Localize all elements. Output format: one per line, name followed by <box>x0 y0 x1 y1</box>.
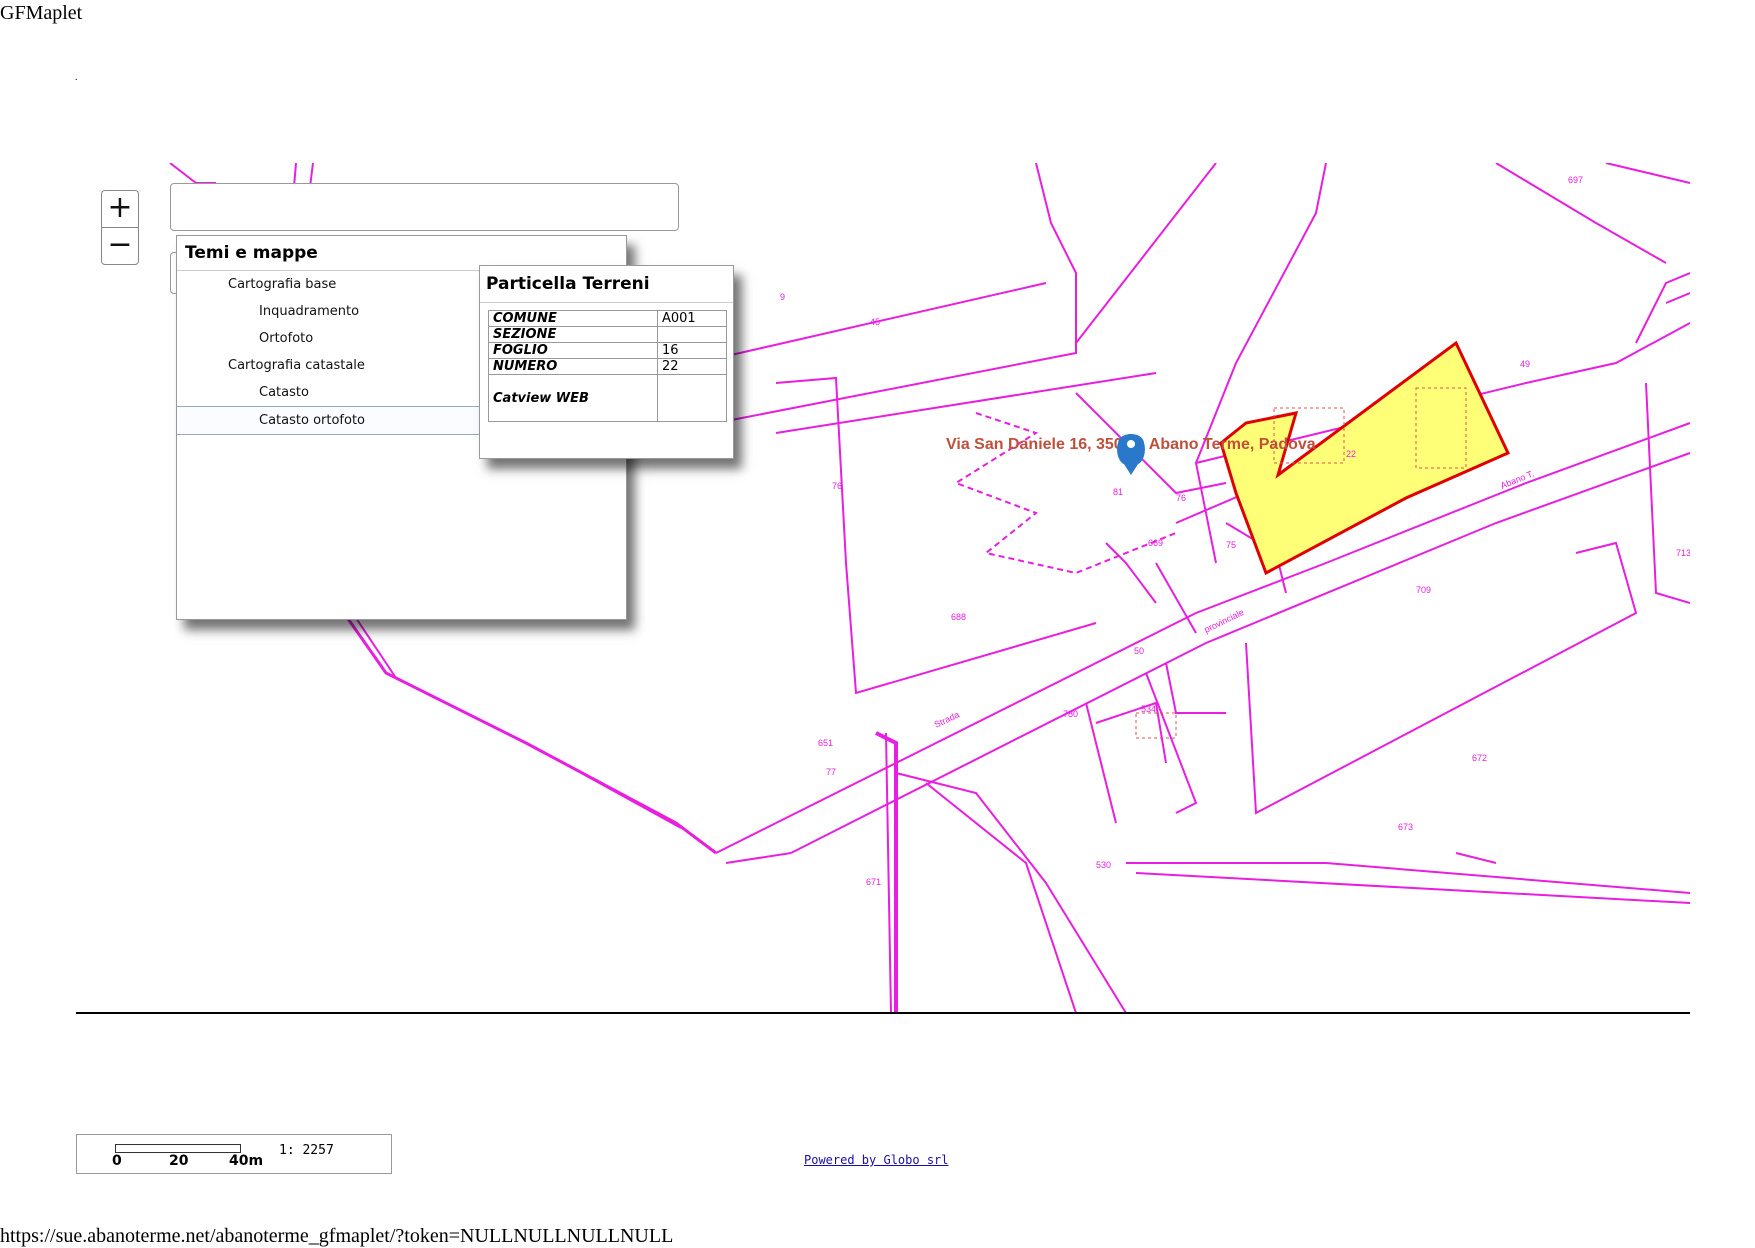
page-dot: . <box>75 72 78 83</box>
svg-text:671: 671 <box>866 877 881 887</box>
table-row: NUMERO 22 <box>488 358 727 375</box>
svg-text:Strada: Strada <box>933 710 961 730</box>
svg-text:688: 688 <box>951 612 966 622</box>
svg-text:49: 49 <box>1520 359 1530 369</box>
svg-text:697: 697 <box>1568 175 1583 185</box>
table-row: SEZIONE <box>488 326 727 343</box>
map-border <box>76 1012 1690 1014</box>
powered-by-link[interactable]: Powered by Globo srl <box>804 1153 949 1167</box>
svg-text:780: 780 <box>1063 709 1078 719</box>
svg-text:651: 651 <box>818 738 833 748</box>
svg-text:672: 672 <box>1472 753 1487 763</box>
svg-text:673: 673 <box>1398 822 1413 832</box>
scale-ratio: 1: 2257 <box>279 1143 334 1158</box>
scale-bar: 0 20 40m 1: 2257 <box>76 1134 392 1174</box>
table-row: COMUNE A001 <box>488 310 727 327</box>
catview-link[interactable]: Catview WEB <box>488 374 658 422</box>
svg-text:534: 534 <box>1141 704 1156 714</box>
svg-text:9: 9 <box>780 292 785 302</box>
page-url: https://sue.abanoterme.net/abanoterme_gf… <box>0 1225 674 1247</box>
scale-label: 40m <box>229 1153 264 1169</box>
svg-text:75: 75 <box>1226 540 1236 550</box>
svg-text:669: 669 <box>1148 538 1163 548</box>
svg-text:77: 77 <box>826 767 836 777</box>
svg-text:709: 709 <box>1416 585 1431 595</box>
location-marker-icon[interactable] <box>1117 434 1145 475</box>
svg-text:76: 76 <box>1176 493 1186 503</box>
svg-text:50: 50 <box>1134 646 1144 656</box>
info-popup: Particella Terreni COMUNE A001 SEZIONE FO… <box>479 265 734 459</box>
table-row: Catview WEB <box>488 374 727 422</box>
svg-text:45: 45 <box>870 317 880 327</box>
svg-text:provinciale: provinciale <box>1202 607 1245 635</box>
svg-text:22: 22 <box>1346 449 1356 459</box>
page-title: GFMaplet <box>0 2 83 24</box>
svg-text:81: 81 <box>1113 487 1123 497</box>
info-popup-title: Particella Terreni <box>480 266 733 303</box>
scale-label: 0 <box>112 1153 122 1169</box>
scale-bar-graphic <box>115 1144 241 1153</box>
zoom-in-button[interactable]: + <box>101 190 139 228</box>
svg-text:76: 76 <box>832 481 842 491</box>
svg-text:530: 530 <box>1096 860 1111 870</box>
table-row: FOGLIO 16 <box>488 342 727 359</box>
search-input[interactable] <box>170 183 679 231</box>
zoom-out-button[interactable]: − <box>101 227 139 265</box>
svg-text:713: 713 <box>1676 548 1690 558</box>
scale-label: 20 <box>169 1153 189 1169</box>
info-table: COMUNE A001 SEZIONE FOGLIO 16 NUMERO 22 Cat… <box>488 310 727 422</box>
